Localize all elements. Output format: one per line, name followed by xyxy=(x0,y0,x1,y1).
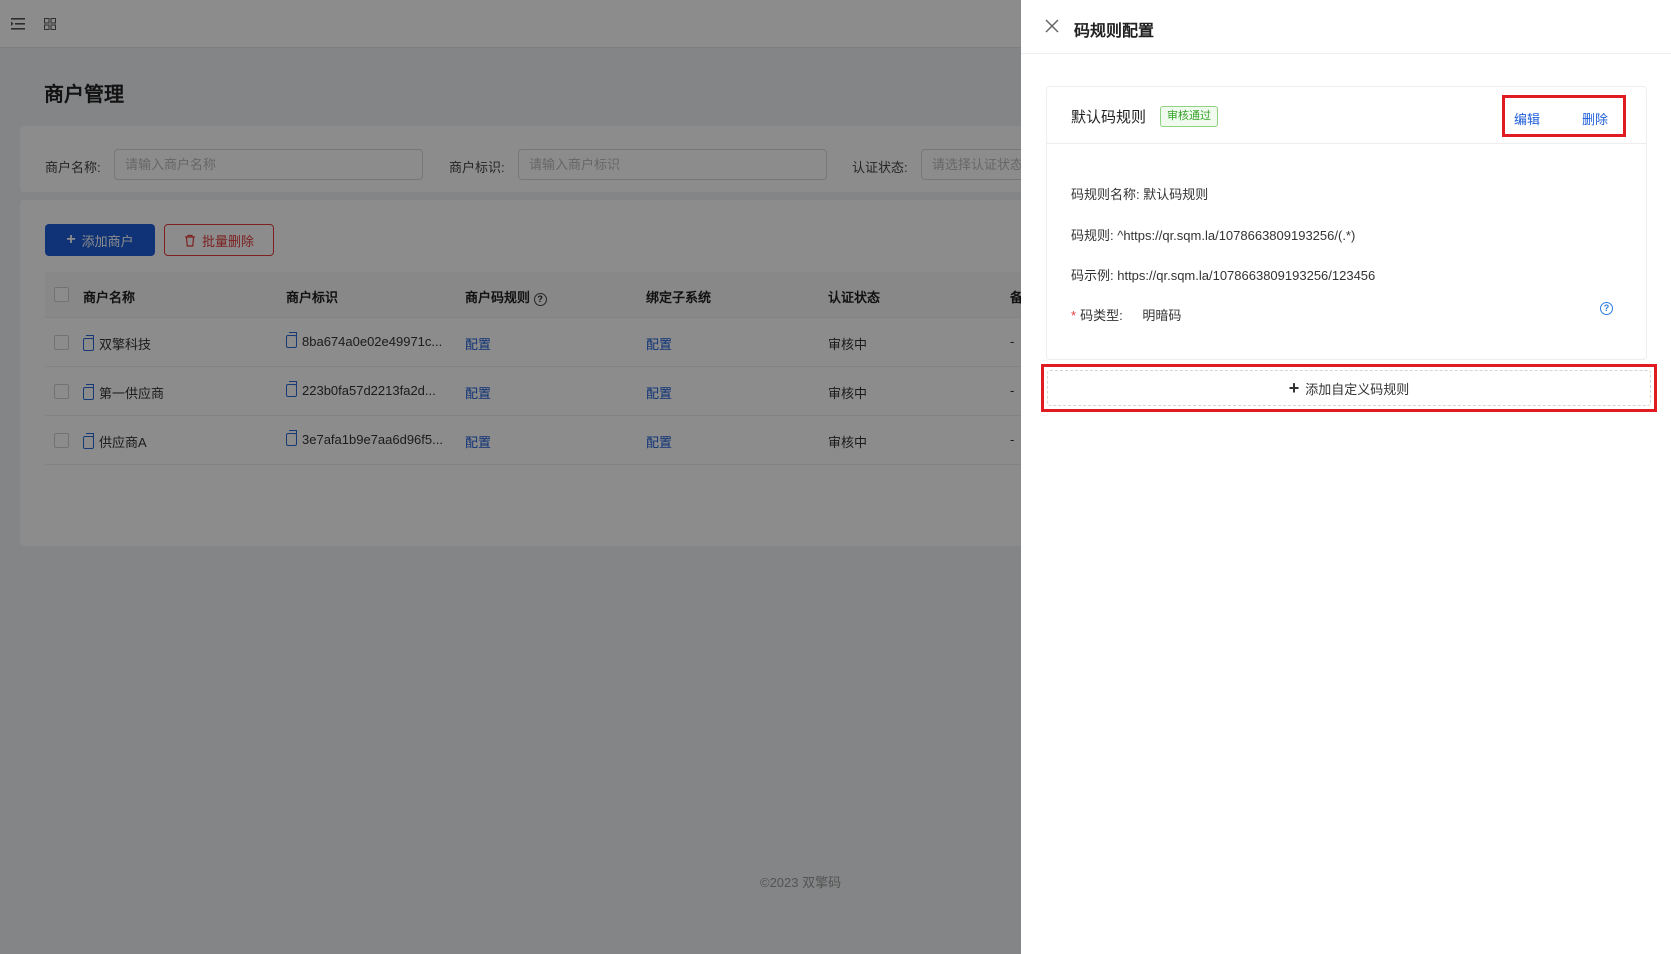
help-icon[interactable]: ? xyxy=(1600,302,1613,315)
rule-card: 默认码规则 审核通过 编辑 删除 码规则名称: 默认码规则 码规则: ^http… xyxy=(1046,86,1647,360)
required-mark: * xyxy=(1071,308,1077,323)
add-rule-highlight: + 添加自定义码规则 xyxy=(1041,364,1657,412)
close-icon[interactable] xyxy=(1042,16,1062,36)
add-custom-rule-button[interactable]: + 添加自定义码规则 xyxy=(1047,370,1651,406)
rule-name: 默认码规则 xyxy=(1071,109,1147,126)
edit-button[interactable]: 编辑 xyxy=(1514,109,1540,128)
rule-card-header: 默认码规则 审核通过 编辑 删除 xyxy=(1047,87,1646,144)
add-custom-rule-label: 添加自定义码规则 xyxy=(1305,381,1410,397)
code-type-label: 码类型: xyxy=(1080,308,1123,323)
code-rule-drawer: 码规则配置 默认码规则 审核通过 编辑 删除 码规则名称: 默认码规则 码规则:… xyxy=(1021,0,1671,954)
code-type-value: 明暗码 xyxy=(1142,308,1182,323)
status-badge: 审核通过 xyxy=(1160,106,1218,127)
rule-example-line: 码示例: https://qr.sqm.la/1078663809193256/… xyxy=(1071,268,1376,283)
drawer-title: 码规则配置 xyxy=(1074,23,1155,40)
rule-regex-line: 码规则: ^https://qr.sqm.la/1078663809193256… xyxy=(1071,228,1356,243)
rule-name-line: 码规则名称: 默认码规则 xyxy=(1071,187,1209,202)
plus-icon: + xyxy=(1288,378,1300,398)
code-type-field: * 码类型: 明暗码 xyxy=(1071,305,1181,324)
rule-actions-highlight: 编辑 删除 xyxy=(1502,95,1626,137)
drawer-header: 码规则配置 xyxy=(1021,0,1671,54)
delete-button[interactable]: 删除 xyxy=(1582,109,1608,128)
